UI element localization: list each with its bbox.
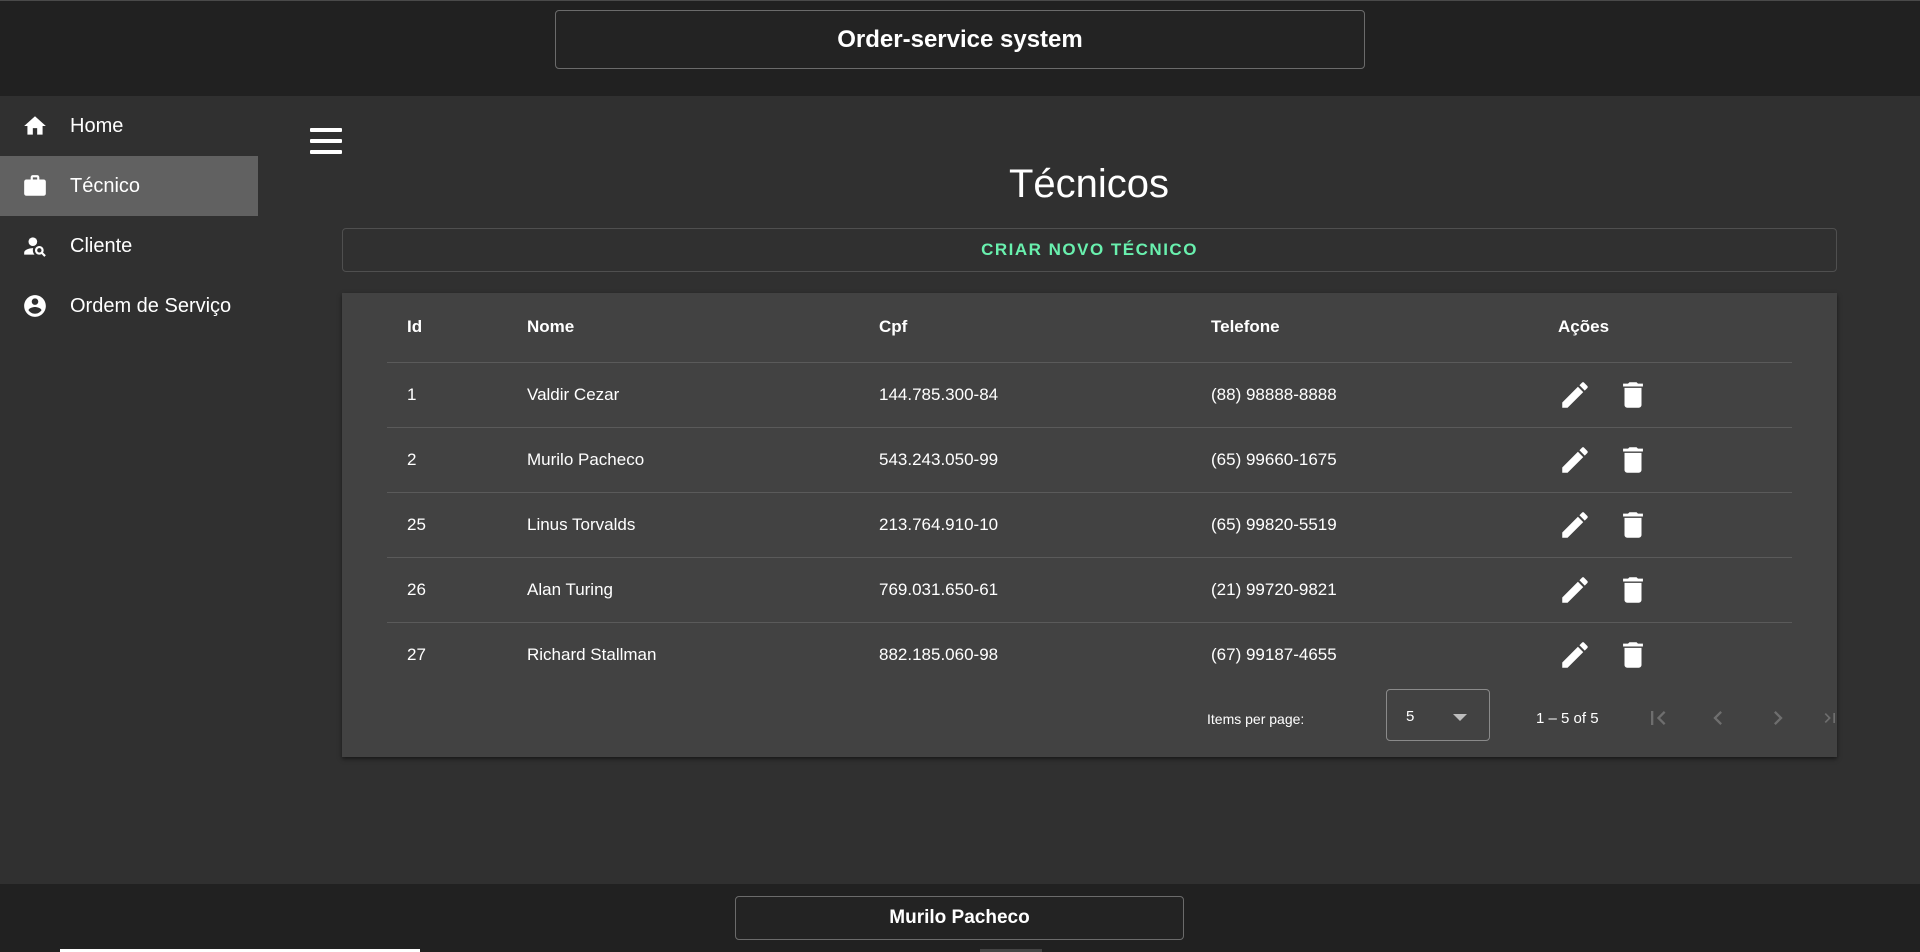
page-title: Técnicos xyxy=(1008,162,1170,206)
sidebar-item-home[interactable]: Home xyxy=(0,96,258,156)
cell-id: 25 xyxy=(387,492,507,558)
logged-user-name: Murilo Pacheco xyxy=(735,896,1184,940)
sidebar-item-ordem-de-servico[interactable]: Ordem de Serviço xyxy=(0,276,258,336)
column-header-acoes: Ações xyxy=(1538,293,1792,363)
cell-nome: Linus Torvalds xyxy=(507,492,859,558)
cell-acoes xyxy=(1538,557,1792,623)
cell-acoes xyxy=(1538,427,1792,493)
cell-telefone: (67) 99187-4655 xyxy=(1211,644,1337,664)
tecnicos-table-card: Id Nome Cpf Telefone Ações 1 Valdir Cezar… xyxy=(342,293,1837,757)
next-page-icon[interactable] xyxy=(1760,700,1796,736)
cell-acoes xyxy=(1538,362,1792,428)
cell-telefone: (65) 99660-1675 xyxy=(1191,427,1538,493)
home-icon xyxy=(22,113,48,139)
sidebar: Home Técnico Cliente Ordem de Serviço xyxy=(0,96,258,884)
cell-nome: Richard Stallman xyxy=(527,644,657,664)
cell-id: 26 xyxy=(387,557,507,623)
cell-id: 1 xyxy=(387,362,507,428)
tecnicos-table: Id Nome Cpf Telefone Ações 1 Valdir Cezar… xyxy=(387,293,1792,687)
cell-cpf: 769.031.650-61 xyxy=(859,557,1191,623)
cell-cpf: 882.185.060-98 xyxy=(879,644,999,664)
briefcase-icon xyxy=(22,173,48,199)
delete-icon[interactable] xyxy=(1616,638,1650,672)
table-row: 1 Valdir Cezar 144.785.300-84 (88) 98888-88… xyxy=(387,362,1792,428)
cell-cpf: 144.785.300-84 xyxy=(859,362,1191,428)
chevron-down-icon xyxy=(1453,714,1467,721)
row-actions xyxy=(1558,378,1792,412)
page-range-label: 1 – 5 of 5 xyxy=(1536,710,1599,727)
row-actions xyxy=(1558,508,1792,542)
sidebar-item-cliente[interactable]: Cliente xyxy=(0,216,258,276)
create-tecnico-button[interactable]: CRIAR NOVO TÉCNICO xyxy=(342,228,1837,272)
person-search-icon xyxy=(22,233,48,259)
last-page-icon[interactable] xyxy=(1820,700,1840,736)
edit-icon[interactable] xyxy=(1558,443,1592,477)
column-header-nome[interactable]: Nome xyxy=(507,293,859,363)
column-header-telefone[interactable]: Telefone xyxy=(1191,293,1538,363)
cell-nome: Valdir Cezar xyxy=(507,362,859,428)
cell-id: 2 xyxy=(387,427,507,493)
cell-nome: Murilo Pacheco xyxy=(507,427,859,493)
table-row: 25 Linus Torvalds 213.764.910-10 (65) 99820… xyxy=(387,492,1792,558)
cell-nome: Alan Turing xyxy=(507,557,859,623)
menu-icon[interactable] xyxy=(310,128,344,158)
column-header-id[interactable]: Id xyxy=(387,293,507,363)
paginator: Items per page: 5 1 – 5 of 5 xyxy=(342,689,1837,747)
edit-icon[interactable] xyxy=(1558,378,1592,412)
previous-page-icon[interactable] xyxy=(1700,700,1736,736)
edit-icon[interactable] xyxy=(1558,638,1592,672)
items-per-page-value: 5 xyxy=(1406,708,1415,725)
main-content: Técnicos CRIAR NOVO TÉCNICO Id Nome Cpf … xyxy=(258,96,1920,884)
row-actions xyxy=(1558,638,1792,672)
delete-icon[interactable] xyxy=(1616,443,1650,477)
delete-icon[interactable] xyxy=(1616,508,1650,542)
edit-icon[interactable] xyxy=(1558,573,1592,607)
cell-telefone: (88) 98888-8888 xyxy=(1191,362,1538,428)
first-page-icon[interactable] xyxy=(1640,700,1676,736)
sidebar-item-tecnico[interactable]: Técnico xyxy=(0,156,258,216)
table-row: 27 Richard Stallman 882.185.060-98 (67) 991… xyxy=(387,622,1792,687)
sidebar-item-label: Ordem de Serviço xyxy=(70,294,232,317)
edit-icon[interactable] xyxy=(1558,508,1592,542)
account-circle-icon xyxy=(22,293,48,319)
items-per-page-label: Items per page: xyxy=(1207,711,1305,727)
cell-cpf: 213.764.910-10 xyxy=(859,492,1191,558)
cell-telefone: (21) 99720-9821 xyxy=(1191,557,1538,623)
table-row: 2 Murilo Pacheco 543.243.050-99 (65) 99660-… xyxy=(387,427,1792,493)
sidebar-item-label: Home xyxy=(70,114,124,137)
row-actions xyxy=(1558,443,1792,477)
items-per-page-select[interactable]: 5 xyxy=(1386,689,1490,741)
sidebar-item-label: Cliente xyxy=(70,234,133,257)
cell-acoes xyxy=(1538,492,1792,558)
table-header-row: Id Nome Cpf Telefone Ações xyxy=(387,293,1792,363)
app-title: Order-service system xyxy=(555,10,1365,69)
delete-icon[interactable] xyxy=(1616,573,1650,607)
footer: Murilo Pacheco xyxy=(0,884,1920,952)
row-actions xyxy=(1558,573,1792,607)
cell-acoes xyxy=(1538,622,1792,687)
column-header-cpf[interactable]: Cpf xyxy=(859,293,1191,363)
sidebar-item-label: Técnico xyxy=(70,174,141,197)
cell-telefone: (65) 99820-5519 xyxy=(1191,492,1538,558)
table-row: 26 Alan Turing 769.031.650-61 (21) 99720-98… xyxy=(387,557,1792,623)
delete-icon[interactable] xyxy=(1616,378,1650,412)
cell-id: 27 xyxy=(407,644,426,664)
top-toolbar: Order-service system xyxy=(0,0,1920,96)
cell-cpf: 543.243.050-99 xyxy=(859,427,1191,493)
